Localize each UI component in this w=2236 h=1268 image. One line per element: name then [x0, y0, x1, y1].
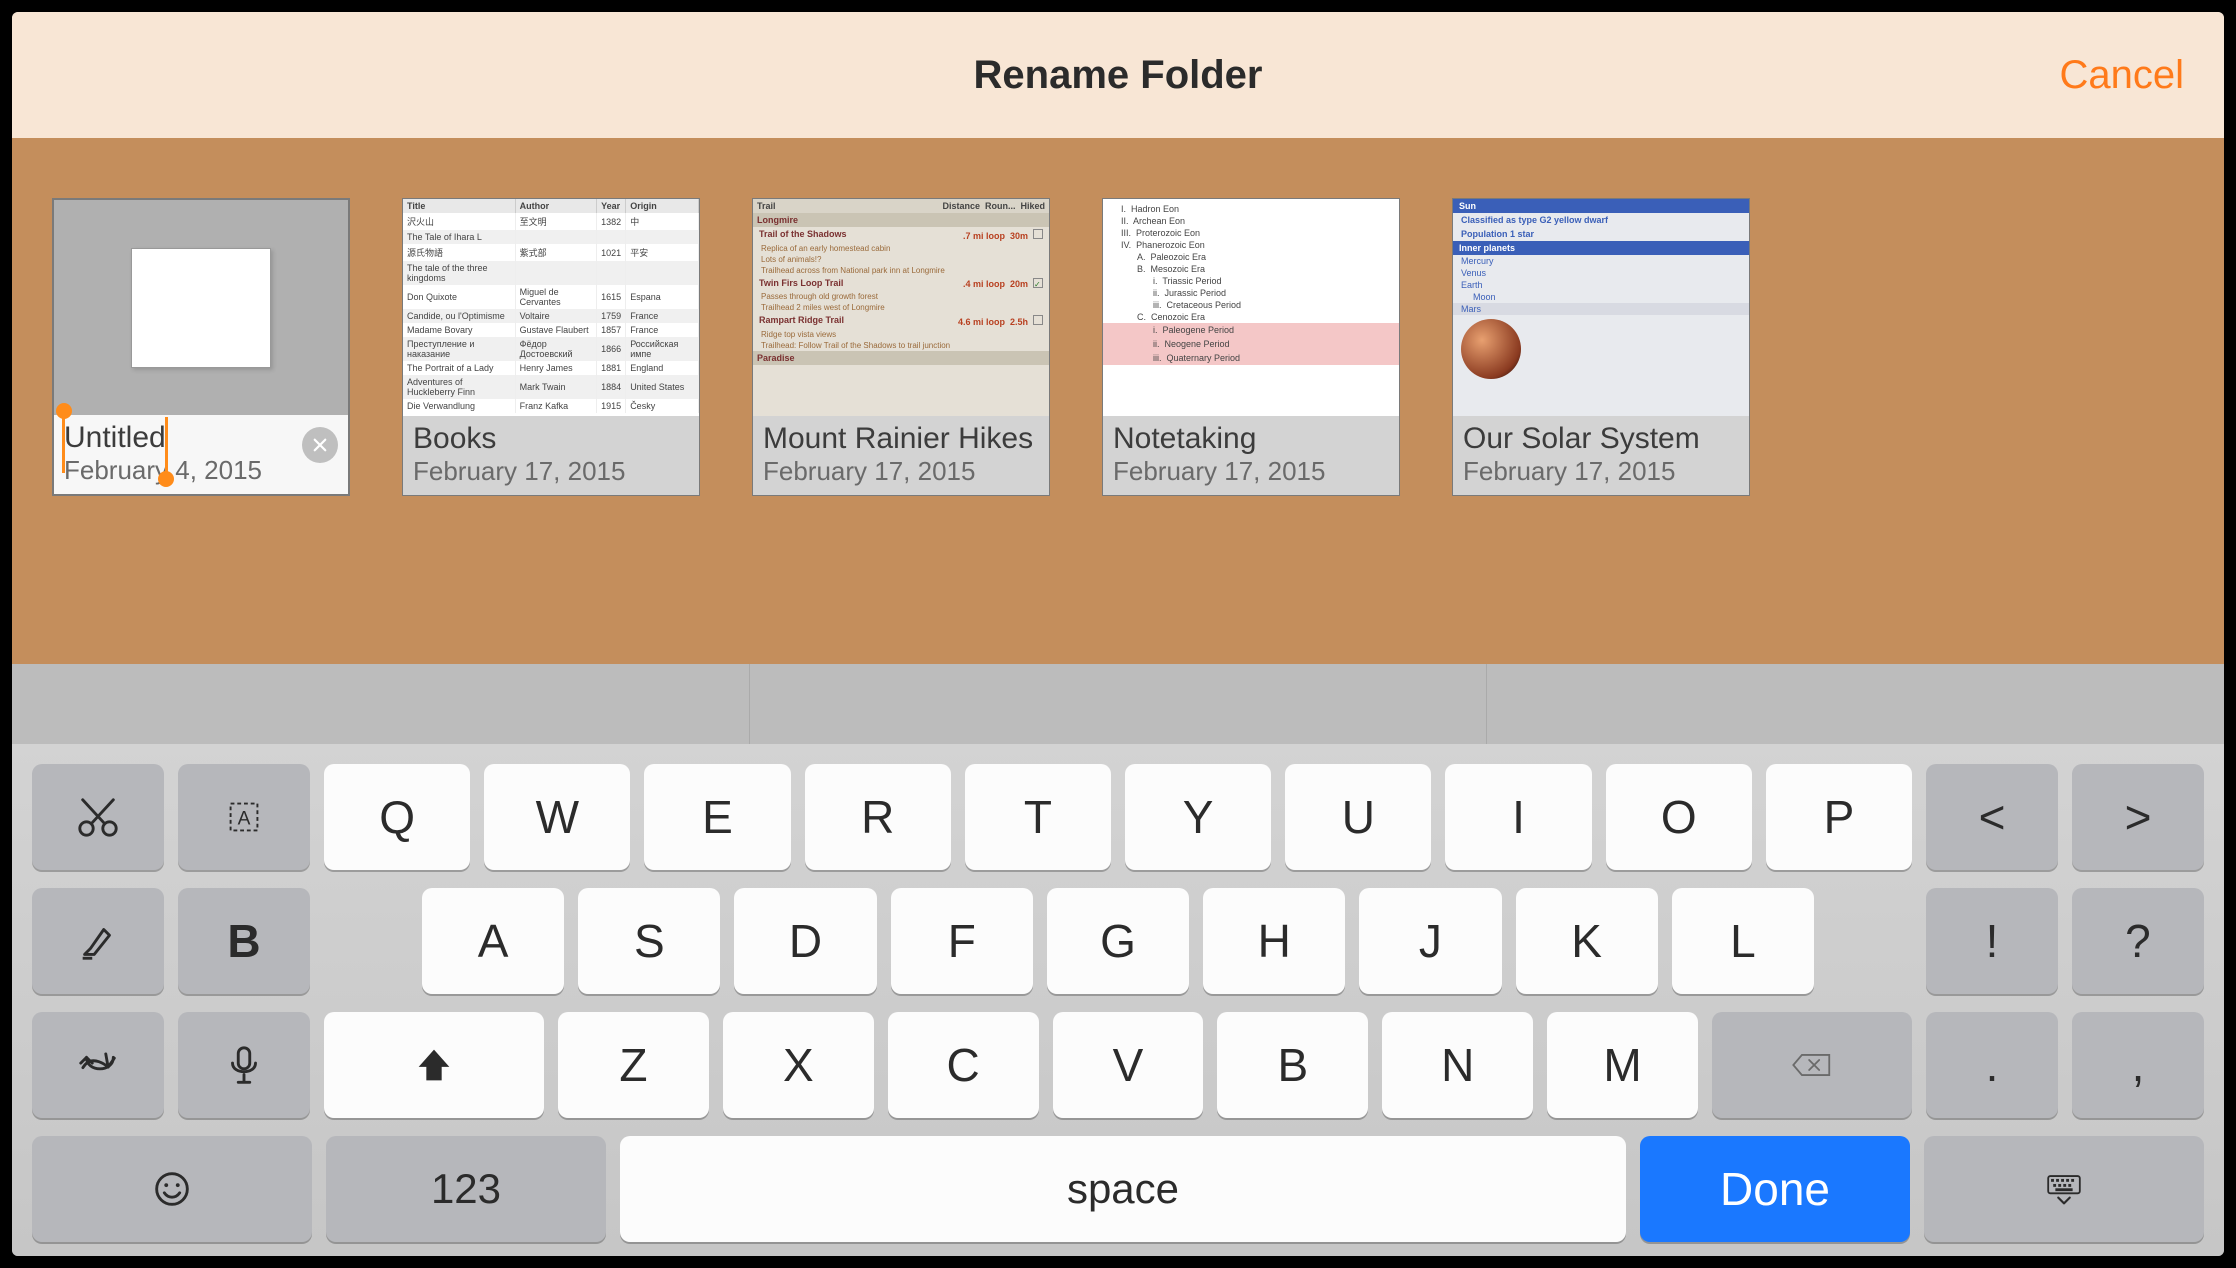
key-y[interactable]: Y	[1125, 764, 1271, 870]
highlight-key[interactable]	[32, 888, 164, 994]
document-title: Our Solar System	[1463, 422, 1739, 456]
bold-key[interactable]: B	[178, 888, 310, 994]
cut-key[interactable]	[32, 764, 164, 870]
document-date: February 17, 2015	[763, 456, 1039, 487]
documents-grid: Untitled February 4, 2015 TitleAuthorYea…	[12, 138, 2224, 664]
key-exclaim[interactable]: !	[1926, 888, 2058, 994]
keyboard-prediction-bar	[12, 664, 2224, 744]
key-period[interactable]: .	[1926, 1012, 2058, 1118]
document-date: February 17, 2015	[413, 456, 689, 487]
key-k[interactable]: K	[1516, 888, 1658, 994]
dictation-key[interactable]	[178, 1012, 310, 1118]
key-c[interactable]: C	[888, 1012, 1039, 1118]
numbers-key[interactable]: 123	[326, 1136, 606, 1242]
key-q[interactable]: Q	[324, 764, 470, 870]
key-r[interactable]: R	[805, 764, 951, 870]
undo-key[interactable]	[32, 1012, 164, 1118]
key-t[interactable]: T	[965, 764, 1111, 870]
document-title: Mount Rainier Hikes	[763, 422, 1039, 456]
key-u[interactable]: U	[1285, 764, 1431, 870]
prediction-slot[interactable]	[12, 664, 750, 744]
clear-text-button[interactable]	[302, 427, 338, 463]
key-comma[interactable]: ,	[2072, 1012, 2204, 1118]
key-o[interactable]: O	[1606, 764, 1752, 870]
key-a[interactable]: A	[422, 888, 564, 994]
document-card[interactable]: TrailDistance Roun... Hiked Longmire Tra…	[752, 198, 1050, 496]
key-p[interactable]: P	[1766, 764, 1912, 870]
key-j[interactable]: J	[1359, 888, 1501, 994]
cancel-button[interactable]: Cancel	[2059, 53, 2184, 98]
on-screen-keyboard: A Q W E R T Y U I O P < > B A S D F G	[12, 744, 2224, 1256]
document-card[interactable]: Sun Classified as type G2 yellow dwarf P…	[1452, 198, 1750, 496]
document-date: February 4, 2015	[64, 455, 338, 486]
selection-handle-start[interactable]	[62, 409, 65, 473]
document-title-input[interactable]: Untitled	[64, 421, 166, 454]
document-card[interactable]: I. Hadron Eon II. Archean Eon III. Prote…	[1102, 198, 1400, 496]
document-thumbnail: TitleAuthorYearOrigin 沢火山至文明1382中 The Ta…	[403, 199, 699, 416]
key-x[interactable]: X	[723, 1012, 874, 1118]
document-date: February 17, 2015	[1113, 456, 1389, 487]
modal-title: Rename Folder	[974, 53, 1263, 98]
key-w[interactable]: W	[484, 764, 630, 870]
emoji-key[interactable]	[32, 1136, 312, 1242]
key-e[interactable]: E	[644, 764, 790, 870]
key-b[interactable]: B	[1217, 1012, 1368, 1118]
document-thumbnail: Sun Classified as type G2 yellow dwarf P…	[1453, 199, 1749, 416]
shift-key[interactable]	[324, 1012, 544, 1118]
document-date: February 17, 2015	[1463, 456, 1739, 487]
key-question[interactable]: ?	[2072, 888, 2204, 994]
prediction-slot[interactable]	[1487, 664, 2224, 744]
key-gt[interactable]: >	[2072, 764, 2204, 870]
space-key[interactable]: space	[620, 1136, 1626, 1242]
svg-text:A: A	[238, 809, 251, 830]
key-h[interactable]: H	[1203, 888, 1345, 994]
key-d[interactable]: D	[734, 888, 876, 994]
key-z[interactable]: Z	[558, 1012, 709, 1118]
key-s[interactable]: S	[578, 888, 720, 994]
document-card[interactable]: Untitled February 4, 2015	[52, 198, 350, 496]
key-v[interactable]: V	[1053, 1012, 1204, 1118]
key-lt[interactable]: <	[1926, 764, 2058, 870]
selection-handle-end[interactable]	[165, 417, 168, 481]
document-title: Books	[413, 422, 689, 456]
key-m[interactable]: M	[1547, 1012, 1698, 1118]
key-g[interactable]: G	[1047, 888, 1189, 994]
key-n[interactable]: N	[1382, 1012, 1533, 1118]
document-thumbnail	[54, 200, 348, 415]
key-f[interactable]: F	[891, 888, 1033, 994]
dismiss-keyboard-key[interactable]	[1924, 1136, 2204, 1242]
select-all-key[interactable]: A	[178, 764, 310, 870]
key-i[interactable]: I	[1445, 764, 1591, 870]
key-l[interactable]: L	[1672, 888, 1814, 994]
document-footer: Untitled February 4, 2015	[54, 415, 348, 494]
document-title: Notetaking	[1113, 422, 1389, 456]
modal-header: Rename Folder Cancel	[12, 12, 2224, 138]
document-card[interactable]: TitleAuthorYearOrigin 沢火山至文明1382中 The Ta…	[402, 198, 700, 496]
prediction-slot[interactable]	[750, 664, 1488, 744]
document-thumbnail: I. Hadron Eon II. Archean Eon III. Prote…	[1103, 199, 1399, 416]
backspace-key[interactable]	[1712, 1012, 1912, 1118]
document-thumbnail: TrailDistance Roun... Hiked Longmire Tra…	[753, 199, 1049, 416]
done-key[interactable]: Done	[1640, 1136, 1910, 1242]
